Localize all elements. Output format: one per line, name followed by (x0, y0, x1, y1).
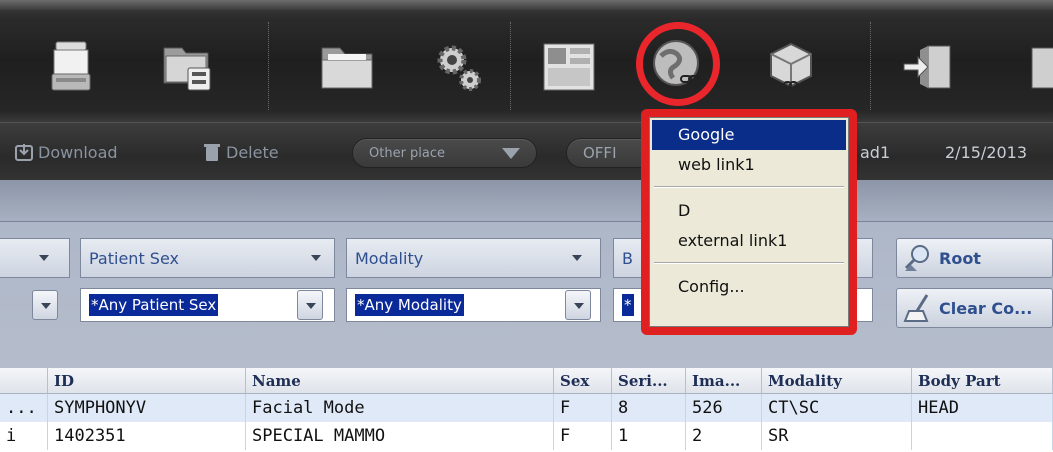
exit-door-icon[interactable] (900, 38, 958, 96)
column-header-sex[interactable]: Sex (554, 368, 612, 394)
table-cell: SPECIAL MAMMO (246, 422, 554, 450)
table-cell: Facial Mode (246, 394, 554, 422)
clear-label: Clear Co... (939, 298, 1033, 318)
toolbar-top-edge (0, 0, 1053, 10)
download-label: Download (38, 142, 118, 162)
study-table: ID Name Sex Seri... Ima... Modality Body… (0, 368, 1053, 452)
chevron-down-icon (311, 255, 321, 261)
table-cell: 1402351 (48, 422, 246, 450)
menu-item-config[interactable]: Config... (652, 272, 846, 302)
filter-header-label: Modality (355, 248, 424, 268)
menu-item-d[interactable]: D (652, 196, 846, 226)
download-icon (14, 142, 34, 162)
table-cell: CT\SC (762, 394, 912, 422)
filter-header-patient-sex[interactable]: Patient Sex (80, 238, 335, 278)
patient-sex-dropdown-button[interactable] (297, 290, 323, 320)
delete-label: Delete (226, 142, 279, 162)
table-cell: F (554, 422, 612, 450)
clear-conditions-button[interactable]: Clear Co... (896, 288, 1053, 328)
table-cell: SR (762, 422, 912, 450)
filter-header-label: Patient Sex (89, 248, 179, 268)
modality-select[interactable]: *Any Modality (346, 288, 601, 322)
other-place-label: Other place (369, 145, 446, 161)
filter-dropdown-button[interactable] (32, 290, 58, 320)
date-label: 2/15/2013 (945, 143, 1028, 162)
other-place-dropdown[interactable]: Other place (352, 138, 537, 168)
toolbar-separator (510, 22, 512, 110)
chevron-down-icon (572, 255, 582, 261)
action-bar: Download Delete Other place OFFI ad1 2/1… (0, 122, 1053, 180)
table-row[interactable]: i 1402351 SPECIAL MAMMO F 1 2 SR (0, 422, 1053, 450)
menu-item-google[interactable]: Google (652, 120, 846, 150)
modality-dropdown-button[interactable] (565, 290, 591, 320)
scanner-icon[interactable] (42, 38, 100, 96)
partial-toolbar-icon[interactable] (1020, 38, 1053, 96)
patient-sex-value: *Any Patient Sex (89, 294, 219, 316)
toolbar-separator (268, 22, 270, 110)
web-link-popup-menu: Google web link1 D external link1 Config… (641, 109, 857, 335)
table-cell: 2 (686, 422, 762, 450)
root-button[interactable]: Root (896, 238, 1053, 278)
filter-header-modality[interactable]: Modality (346, 238, 601, 278)
menu-separator (654, 186, 844, 188)
app-window: Download Delete Other place OFFI ad1 2/1… (0, 0, 1053, 452)
table-row[interactable]: ... SYMPHONYV Facial Mode F 8 526 CT\SC … (0, 394, 1053, 422)
highlight-ring (636, 22, 720, 106)
table-cell: F (554, 394, 612, 422)
root-label: Root (939, 248, 981, 268)
modality-value: *Any Modality (355, 294, 464, 316)
column-header-images[interactable]: Ima... (686, 368, 762, 394)
gears-icon[interactable] (430, 38, 488, 96)
table-cell: 8 (612, 394, 686, 422)
main-toolbar (0, 0, 1053, 122)
filter-header-partial[interactable] (0, 238, 70, 278)
menu-separator (654, 262, 844, 264)
column-header-modality[interactable]: Modality (762, 368, 912, 394)
office-label: OFFI (583, 144, 617, 162)
server-folder-icon[interactable] (158, 38, 216, 96)
chevron-down-icon (502, 148, 520, 159)
table-cell: i (0, 422, 48, 450)
user-label: ad1 (860, 143, 891, 162)
folder-icon[interactable] (318, 38, 376, 96)
filter-panel: Patient Sex *Any Patient Sex Modality *A… (0, 222, 1053, 368)
magnifier-icon (903, 243, 933, 273)
3d-cube-icon[interactable] (762, 38, 820, 96)
column-header-body-part[interactable]: Body Part (912, 368, 1053, 394)
chevron-down-icon (39, 255, 49, 261)
layout-icon[interactable] (540, 38, 598, 96)
trash-icon (202, 142, 222, 162)
table-cell: HEAD (912, 394, 1053, 422)
column-header-series[interactable]: Seri... (612, 368, 686, 394)
filter-header-label: B (622, 248, 633, 268)
popup-menu-body: Google web link1 D external link1 Config… (649, 117, 849, 327)
body-part-value: * (622, 294, 634, 316)
table-cell: ... (0, 394, 48, 422)
table-cell (912, 422, 1053, 450)
column-header[interactable] (0, 368, 48, 394)
download-button[interactable]: Download (14, 141, 118, 163)
menu-item-external-link1[interactable]: external link1 (652, 226, 846, 256)
menu-item-web-link1[interactable]: web link1 (652, 150, 846, 180)
section-header-band (0, 180, 1053, 222)
delete-button[interactable]: Delete (202, 141, 279, 163)
table-cell: 526 (686, 394, 762, 422)
table-cell: 1 (612, 422, 686, 450)
table-cell: SYMPHONYV (48, 394, 246, 422)
toolbar-separator (870, 22, 872, 110)
broom-icon (903, 293, 933, 323)
column-header-name[interactable]: Name (246, 368, 554, 394)
column-header-id[interactable]: ID (48, 368, 246, 394)
